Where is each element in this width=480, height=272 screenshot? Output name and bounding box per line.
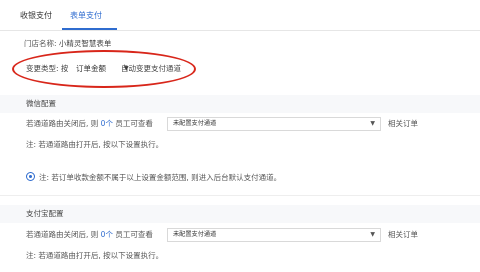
store-name: 门店名称: 小精灵智慧表单 [24, 38, 111, 49]
alipay-route-row: 若通道路由关闭后, 则 0个 员工可查看 [26, 228, 153, 242]
wechat-note: 注: 若通道路由打开后, 按以下设置执行。 [26, 140, 164, 149]
wechat-row-prefix: 若通道路由关闭后, 则 [26, 119, 99, 128]
tab-form-payment[interactable]: 表单支付 [70, 0, 102, 31]
wechat-row-mid: 员工可查看 [115, 119, 153, 128]
tab-cashier-payment[interactable]: 收银支付 [20, 0, 52, 31]
alipay-row-suffix: 相关订单 [388, 230, 418, 239]
section-divider [0, 195, 480, 196]
wechat-route-row: 若通道路由关闭后, 则 0个 员工可查看 [26, 117, 153, 131]
alipay-staff-count[interactable]: 0个 [101, 230, 113, 239]
default-channel-info: 注: 若订单收款金额不属于以上设置金额范围, 则进入后台默认支付通道。 [26, 171, 281, 185]
alipay-note: 注: 若通道路由打开后, 按以下设置执行。 [26, 251, 164, 260]
caret-down-icon: ▼ [370, 231, 375, 238]
alipay-channel-select[interactable]: 未配置支付通道 ▼ [167, 228, 381, 242]
alipay-row-mid: 员工可查看 [115, 230, 153, 239]
active-tab-indicator [62, 28, 117, 30]
info-circle-icon [26, 172, 35, 181]
wechat-config-title: 微信配置 [0, 95, 480, 113]
wechat-staff-count[interactable]: 0个 [101, 119, 113, 128]
default-channel-info-text: 注: 若订单收款金额不属于以上设置金额范围, 则进入后台默认支付通道。 [39, 173, 282, 182]
caret-down-icon: ▼ [370, 120, 375, 127]
store-name-value: 小精灵智慧表单 [58, 39, 112, 48]
wechat-channel-value: 未配置支付通道 [173, 120, 217, 127]
alipay-row-prefix: 若通道路由关闭后, 则 [26, 230, 99, 239]
tab-bar: 收银支付 表单支付 [0, 0, 480, 31]
red-annotation-oval [12, 50, 196, 88]
alipay-channel-value: 未配置支付通道 [173, 231, 217, 238]
wechat-channel-select[interactable]: 未配置支付通道 ▼ [167, 117, 381, 131]
store-name-label: 门店名称: [24, 39, 57, 48]
wechat-row-suffix: 相关订单 [388, 119, 418, 128]
alipay-config-title: 支付宝配置 [0, 205, 480, 223]
